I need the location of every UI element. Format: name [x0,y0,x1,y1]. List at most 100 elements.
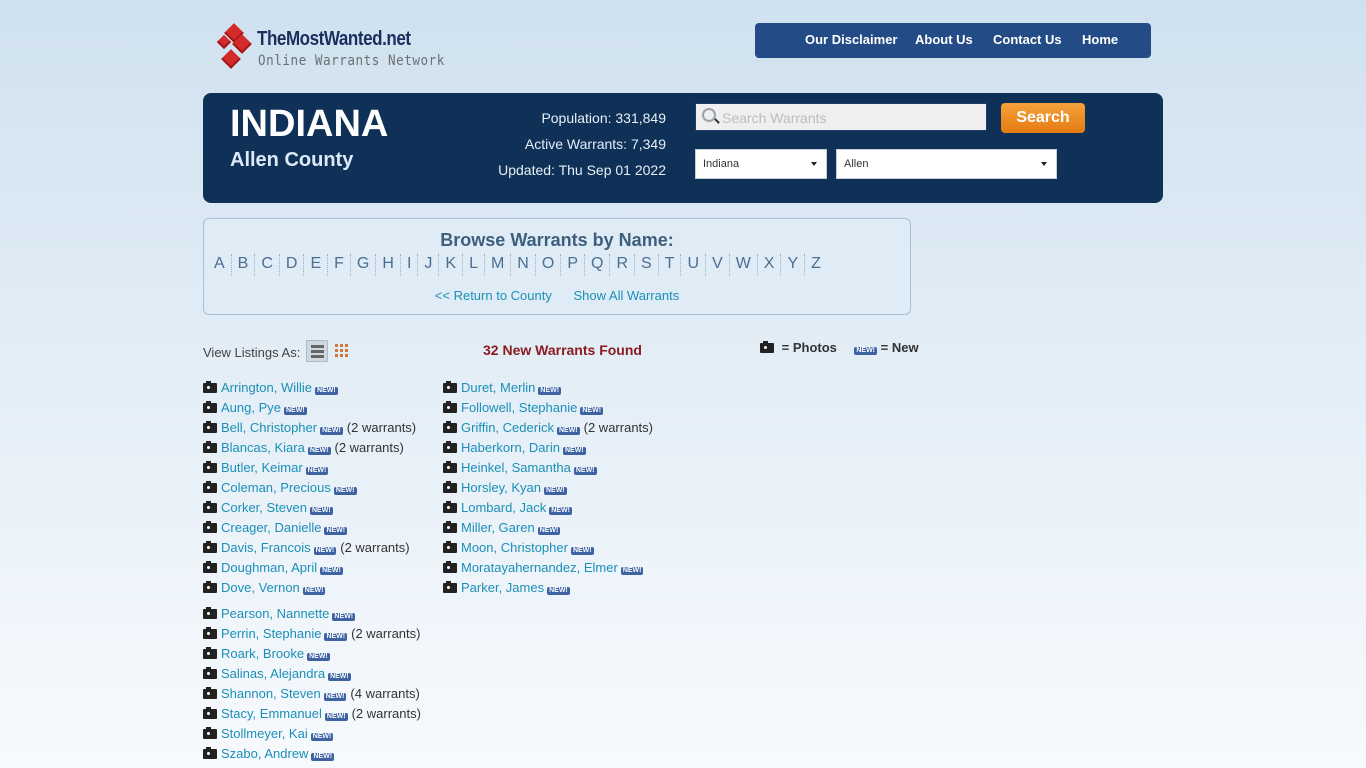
camera-icon [443,401,457,413]
nav-our-disclaimer[interactable]: Our Disclaimer [805,32,898,47]
list-view-icon[interactable] [306,340,328,362]
show-all-warrants-link[interactable]: Show All Warrants [573,288,679,303]
warrant-name-link[interactable]: Coleman, Precious [221,480,331,495]
warrant-name-link[interactable]: Stollmeyer, Kai [221,726,308,741]
camera-icon [443,581,457,593]
letter-link-e[interactable]: E [304,254,329,276]
warrant-name-link[interactable]: Arrington, Willie [221,380,312,395]
warrant-list-item: Coleman, Precious NEW! [203,478,416,498]
warrant-name-link[interactable]: Horsley, Kyan [461,480,541,495]
county-title: Allen County [230,149,354,171]
letter-link-j[interactable]: J [418,254,440,276]
nav-home[interactable]: Home [1082,32,1118,47]
new-badge-icon: NEW! [538,387,562,395]
warrant-name-link[interactable]: Roark, Brooke [221,646,304,661]
search-input[interactable] [720,104,984,132]
warrant-name-link[interactable]: Duret, Merlin [461,380,535,395]
warrant-list-item: Stollmeyer, Kai NEW! [203,724,421,744]
new-badge-icon: NEW! [324,713,348,721]
letter-link-a[interactable]: A [214,254,232,276]
warrant-name-link[interactable]: Miller, Garen [461,520,535,535]
warrant-name-link[interactable]: Stacy, Emmanuel [221,706,322,721]
top-navigation: Our Disclaimer About Us Contact Us Home [755,23,1151,58]
camera-icon [443,481,457,493]
letter-link-t[interactable]: T [659,254,682,276]
site-logo[interactable]: TheMostWanted.net Online Warrants Networ… [215,22,444,74]
new-badge-icon: NEW! [284,407,307,415]
letter-link-v[interactable]: V [706,254,730,276]
camera-icon [203,461,217,473]
letter-link-g[interactable]: G [351,254,377,276]
letter-link-s[interactable]: S [635,254,659,276]
warrant-name-link[interactable]: Lombard, Jack [461,500,546,515]
state-title: INDIANA [230,103,389,145]
warrant-list-item: Salinas, Alejandra NEW! [203,664,421,684]
new-badge-icon: NEW! [620,567,644,575]
warrant-list-item: Szabo, Andrew NEW! [203,744,421,764]
new-badge-icon: NEW! [556,427,580,435]
warrant-name-link[interactable]: Shannon, Steven [221,686,321,701]
letter-link-l[interactable]: L [463,254,485,276]
new-badge-icon: NEW! [302,587,326,595]
letter-link-d[interactable]: D [280,254,305,276]
warrant-list-item: Stacy, Emmanuel NEW! (2 warrants) [203,704,421,724]
warrant-name-link[interactable]: Corker, Steven [221,500,307,515]
letter-link-o[interactable]: O [536,254,562,276]
warrant-name-link[interactable]: Moratayahernandez, Elmer [461,560,618,575]
warrant-name-link[interactable]: Butler, Keimar [221,460,303,475]
nav-about-us[interactable]: About Us [915,32,973,47]
new-badge-icon: NEW! [315,387,338,395]
warrant-name-link[interactable]: Blancas, Kiara [221,440,305,455]
warrant-name-link[interactable]: Pearson, Nannette [221,606,329,621]
grid-view-icon[interactable] [335,344,349,358]
state-select-value: Indiana [703,158,740,170]
warrant-name-link[interactable]: Szabo, Andrew [221,746,308,761]
warrant-name-link[interactable]: Parker, James [461,580,544,595]
new-badge-icon: NEW! [323,693,347,701]
letter-link-f[interactable]: F [328,254,351,276]
nav-contact-us[interactable]: Contact Us [993,32,1062,47]
warrant-name-link[interactable]: Perrin, Stephanie [221,626,321,641]
warrant-name-link[interactable]: Followell, Stephanie [461,400,577,415]
search-button[interactable]: Search [1001,103,1085,133]
warrant-name-link[interactable]: Salinas, Alejandra [221,666,325,681]
warrant-list-item: Davis, Francois NEW! (2 warrants) [203,538,416,558]
warrant-list-column-1-continued: Pearson, Nannette NEW! Perrin, Stephanie NE… [203,604,421,764]
letter-link-r[interactable]: R [610,254,635,276]
county-select[interactable]: Allen [836,149,1057,179]
letter-link-m[interactable]: M [485,254,512,276]
warrant-list-item: Aung, Pye NEW! [203,398,416,418]
warrant-count: (2 warrants) [351,626,421,641]
warrant-name-link[interactable]: Dove, Vernon [221,580,300,595]
warrant-name-link[interactable]: Davis, Francois [221,540,311,555]
letter-link-q[interactable]: Q [585,254,611,276]
warrant-list-item: Bell, Christopher NEW! (2 warrants) [203,418,416,438]
icon-legend: = Photos NEW! = New [760,340,919,355]
warrant-name-link[interactable]: Heinkel, Samantha [461,460,571,475]
letter-link-n[interactable]: N [511,254,536,276]
warrant-name-link[interactable]: Creager, Danielle [221,520,321,535]
letter-link-w[interactable]: W [730,254,758,276]
return-to-county-link[interactable]: << Return to County [435,288,552,303]
letter-link-h[interactable]: H [376,254,401,276]
warrant-name-link[interactable]: Bell, Christopher [221,420,317,435]
warrant-name-link[interactable]: Griffin, Cederick [461,420,554,435]
warrant-name-link[interactable]: Doughman, April [221,560,317,575]
letter-link-z[interactable]: Z [805,254,827,276]
logo-title: TheMostWanted.net [257,28,411,50]
letter-link-p[interactable]: P [561,254,585,276]
letter-link-b[interactable]: B [232,254,256,276]
letter-link-i[interactable]: I [401,254,419,276]
letter-link-k[interactable]: K [439,254,464,276]
letter-link-u[interactable]: U [681,254,707,276]
warrant-name-link[interactable]: Aung, Pye [221,400,281,415]
letter-link-c[interactable]: C [255,254,280,276]
state-select[interactable]: Indiana [695,149,827,179]
letter-link-y[interactable]: Y [781,254,806,276]
warrant-name-link[interactable]: Haberkorn, Darin [461,440,560,455]
warrant-name-link[interactable]: Moon, Christopher [461,540,568,555]
letter-link-x[interactable]: X [758,254,782,276]
camera-icon [760,341,774,353]
alphabet-nav: ABCDEFGHIJKLMNOPQRSTUVWXYZ [214,254,827,276]
warrant-list-item: Horsley, Kyan NEW! [443,478,653,498]
